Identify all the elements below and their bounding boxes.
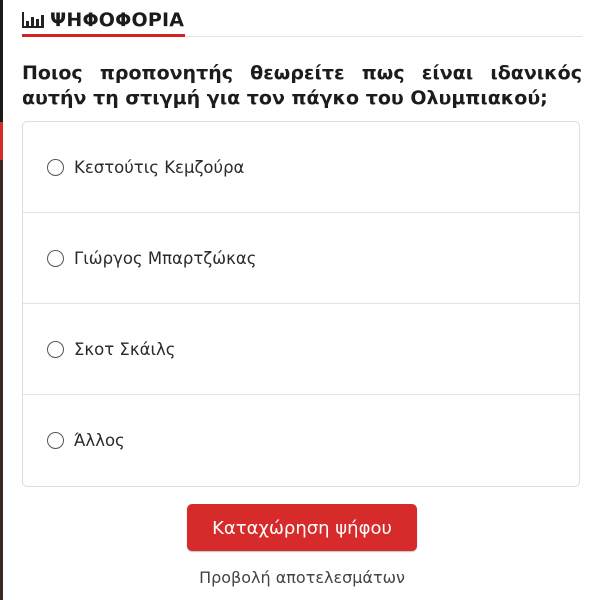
page-edge-red: [0, 122, 3, 160]
poll-option-4[interactable]: Άλλος: [23, 395, 579, 486]
poll-option-1[interactable]: Κεστούτις Κεμζούρα: [23, 122, 579, 213]
page-edge-image: [0, 160, 3, 600]
submit-container: Καταχώρηση ψήφου: [22, 504, 582, 551]
poll-options: Κεστούτις Κεμζούρα Γιώργος Μπαρτζώκας Σκ…: [22, 121, 580, 487]
radio-button[interactable]: [47, 249, 64, 267]
poll-question: Ποιος προπονητής θεωρείτε πως είναι ιδαν…: [22, 62, 582, 109]
poll-header-title-group: ΨΗΦΟΦΟΡΙΑ: [22, 6, 186, 37]
radio-button[interactable]: [47, 432, 64, 449]
poll-option-label: Κεστούτις Κεμζούρα: [74, 157, 245, 177]
poll-option-2[interactable]: Γιώργος Μπαρτζώκας: [23, 213, 579, 304]
poll-header-title: ΨΗΦΟΦΟΡΙΑ: [50, 9, 185, 31]
poll-header: ΨΗΦΟΦΟΡΙΑ: [22, 6, 582, 37]
submit-vote-button[interactable]: Καταχώρηση ψήφου: [187, 504, 417, 551]
poll-option-label: Σκοτ Σκάιλς: [74, 339, 176, 359]
poll-option-3[interactable]: Σκοτ Σκάιλς: [23, 304, 579, 395]
poll-widget: ΨΗΦΟΦΟΡΙΑ Ποιος προπονητής θεωρείτε πως …: [22, 6, 582, 587]
page-edge-dark: [0, 0, 3, 122]
bar-chart-icon: [22, 12, 44, 28]
poll-option-label: Άλλος: [74, 431, 125, 450]
radio-button[interactable]: [47, 158, 64, 176]
poll-option-label: Γιώργος Μπαρτζώκας: [74, 248, 257, 268]
radio-button[interactable]: [47, 340, 64, 358]
view-results-link[interactable]: Προβολή αποτελεσμάτων: [22, 568, 582, 587]
